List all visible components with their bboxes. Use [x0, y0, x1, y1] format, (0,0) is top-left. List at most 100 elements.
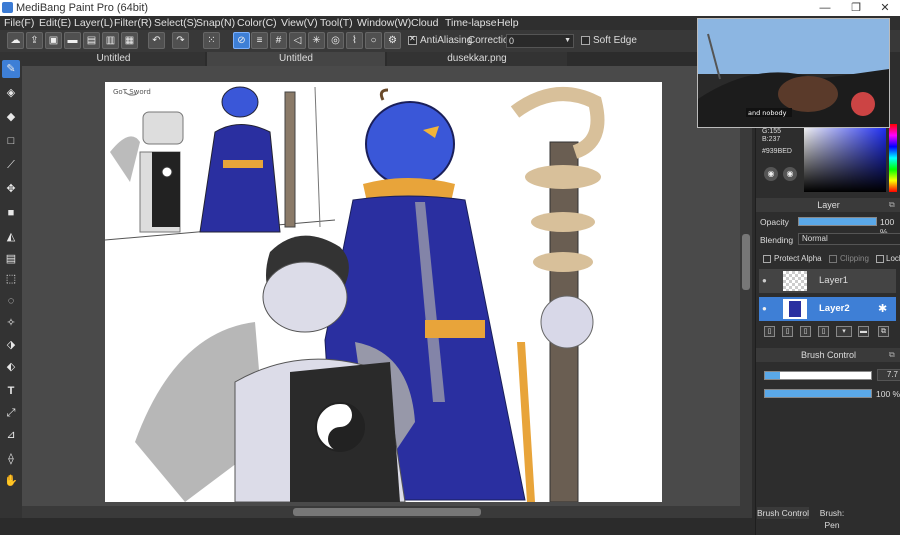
text-tool-icon[interactable]: T — [2, 382, 20, 400]
layer-opacity-slider[interactable] — [798, 217, 877, 226]
menu-select[interactable]: Select(S) — [154, 16, 197, 30]
snap-radial-icon[interactable]: ✳ — [308, 32, 325, 49]
menu-edit[interactable]: Edit(E) — [39, 16, 71, 30]
blending-value: Normal — [802, 234, 828, 243]
soft-edge-checkbox[interactable] — [581, 36, 590, 45]
layer-menu-icon[interactable]: ▾ — [836, 326, 852, 337]
menu-view[interactable]: View(V) — [281, 16, 318, 30]
undo-icon[interactable]: ↶ — [148, 32, 165, 49]
move-tool-icon[interactable]: ✥ — [2, 180, 20, 198]
snap-circle-icon[interactable]: ◎ — [327, 32, 344, 49]
snap-settings-icon[interactable]: ⚙ — [384, 32, 401, 49]
brush-tool-icon[interactable]: ✎ — [2, 60, 20, 78]
line-tool-icon[interactable]: ⟋ — [2, 156, 20, 174]
snap-perspective-icon[interactable]: ◁ — [289, 32, 306, 49]
popout-icon[interactable]: ⧉ — [889, 350, 895, 360]
fill-rect-tool-icon[interactable]: ■ — [2, 204, 20, 222]
palette-icon[interactable]: ◉ — [764, 167, 778, 181]
tab-brush-pen[interactable]: Brush: Pen — [811, 507, 853, 530]
lasso-tool-icon[interactable]: ◌ — [2, 292, 20, 310]
eyedropper-tool-icon[interactable]: ⟠ — [2, 450, 20, 468]
snap-parallel-icon[interactable]: ≡ — [251, 32, 268, 49]
palette-add-icon[interactable]: ◉ — [783, 167, 797, 181]
eye-icon[interactable]: ● — [762, 276, 767, 285]
brush-size-input[interactable]: 7.7 — [877, 369, 900, 381]
minimize-icon[interactable]: — — [810, 0, 840, 16]
small-angel-head — [142, 111, 184, 145]
vertical-scroll-thumb[interactable] — [742, 234, 750, 290]
deselect-icon[interactable]: ⁙ — [203, 32, 220, 49]
protect-alpha-checkbox[interactable] — [763, 255, 771, 263]
menu-timelapse[interactable]: Time-lapse — [445, 16, 497, 30]
clipping-checkbox[interactable] — [829, 255, 837, 263]
horizontal-scrollbar[interactable] — [22, 506, 752, 518]
dot-tool-icon[interactable]: ◆ — [2, 108, 20, 126]
snap-grid-icon[interactable]: # — [270, 32, 287, 49]
brush-opacity-value: 100 % — [876, 389, 900, 399]
hue-slider[interactable] — [889, 124, 897, 192]
gradient-tool-icon[interactable]: ▤ — [2, 250, 20, 268]
gear-icon[interactable]: ✱ — [878, 302, 887, 315]
layer-row-layer1[interactable]: ● Layer1 — [759, 269, 896, 293]
bucket-tool-icon[interactable]: ◭ — [2, 228, 20, 246]
menu-file[interactable]: File(F) — [4, 16, 34, 30]
menu-color[interactable]: Color(C) — [237, 16, 277, 30]
antialiasing-checkbox[interactable] — [408, 34, 417, 45]
correction-select[interactable]: 0 ▼ — [506, 34, 574, 48]
export-icon[interactable]: ▥ — [102, 32, 119, 49]
blending-select[interactable]: Normal — [798, 233, 900, 245]
cloud-icon[interactable]: ☁ — [7, 32, 24, 49]
menu-window[interactable]: Window(W) — [357, 16, 411, 30]
vertical-scrollbar[interactable] — [740, 66, 752, 506]
new-file-icon[interactable]: ⇪ — [26, 32, 43, 49]
snap-curve-icon[interactable]: ⌇ — [346, 32, 363, 49]
new-1bit-layer-icon[interactable]: ▯ — [818, 326, 829, 337]
menu-cloud[interactable]: Cloud — [411, 16, 438, 30]
menu-snap[interactable]: Snap(N) — [196, 16, 235, 30]
close-icon[interactable]: ✕ — [870, 0, 900, 16]
snap-ellipse-icon[interactable]: ○ — [365, 32, 382, 49]
tab-dusekkar[interactable]: dusekkar.png — [387, 52, 567, 66]
folder-icon[interactable]: ▬ — [858, 326, 869, 337]
new-layer-icon[interactable]: ▯ — [764, 326, 775, 337]
hand-tool-icon[interactable]: ✋ — [2, 472, 20, 490]
horizontal-scroll-thumb[interactable] — [293, 508, 481, 516]
tab-untitled-1[interactable]: Untitled — [22, 52, 205, 66]
window-title: MediBang Paint Pro (64bit) — [16, 2, 149, 14]
staff-coil-2 — [531, 212, 595, 232]
menu-help[interactable]: Help — [497, 16, 519, 30]
operation-tool-icon[interactable]: ⤢ — [2, 404, 20, 422]
divide-tool-icon[interactable]: ⊿ — [2, 426, 20, 444]
grid-icon[interactable]: ▦ — [121, 32, 138, 49]
status-bar — [0, 518, 755, 535]
select-rect-tool-icon[interactable]: ⬚ — [2, 270, 20, 288]
menu-filter[interactable]: Filter(R) — [114, 16, 152, 30]
magic-wand-tool-icon[interactable]: ✧ — [2, 314, 20, 332]
new-halftone-layer-icon[interactable]: ▯ — [782, 326, 793, 337]
save-icon[interactable]: ▬ — [64, 32, 81, 49]
select-eraser-tool-icon[interactable]: ⬖ — [2, 358, 20, 376]
eraser-tool-icon[interactable]: ◈ — [2, 84, 20, 102]
menu-layer[interactable]: Layer(L) — [74, 16, 113, 30]
select-pen-tool-icon[interactable]: ⬗ — [2, 336, 20, 354]
maximize-icon[interactable]: ❐ — [841, 0, 871, 16]
duplicate-layer-icon[interactable]: ⧉ — [878, 326, 889, 337]
drawing-canvas[interactable]: GoT Sword — [105, 82, 662, 502]
snap-off-icon[interactable]: ⊘ — [233, 32, 250, 49]
redo-icon[interactable]: ↷ — [172, 32, 189, 49]
brush-opacity-slider[interactable] — [764, 389, 872, 398]
page-icon[interactable]: ▤ — [83, 32, 100, 49]
new-8bit-layer-icon[interactable]: ▯ — [800, 326, 811, 337]
layer-row-layer2[interactable]: ● Layer2 ✱ — [759, 297, 896, 321]
tab-untitled-2[interactable]: Untitled — [207, 52, 385, 66]
brush-opacity-fill — [765, 390, 871, 397]
color-picker-square[interactable] — [804, 124, 886, 192]
popout-icon[interactable]: ⧉ — [889, 200, 895, 210]
eye-icon[interactable]: ● — [762, 304, 767, 313]
lock-checkbox[interactable] — [876, 255, 884, 263]
tab-brush-control[interactable]: Brush Control — [757, 507, 809, 519]
rect-tool-icon[interactable]: □ — [2, 132, 20, 150]
brush-size-slider[interactable] — [764, 371, 872, 380]
menu-tool[interactable]: Tool(T) — [320, 16, 353, 30]
open-icon[interactable]: ▣ — [45, 32, 62, 49]
